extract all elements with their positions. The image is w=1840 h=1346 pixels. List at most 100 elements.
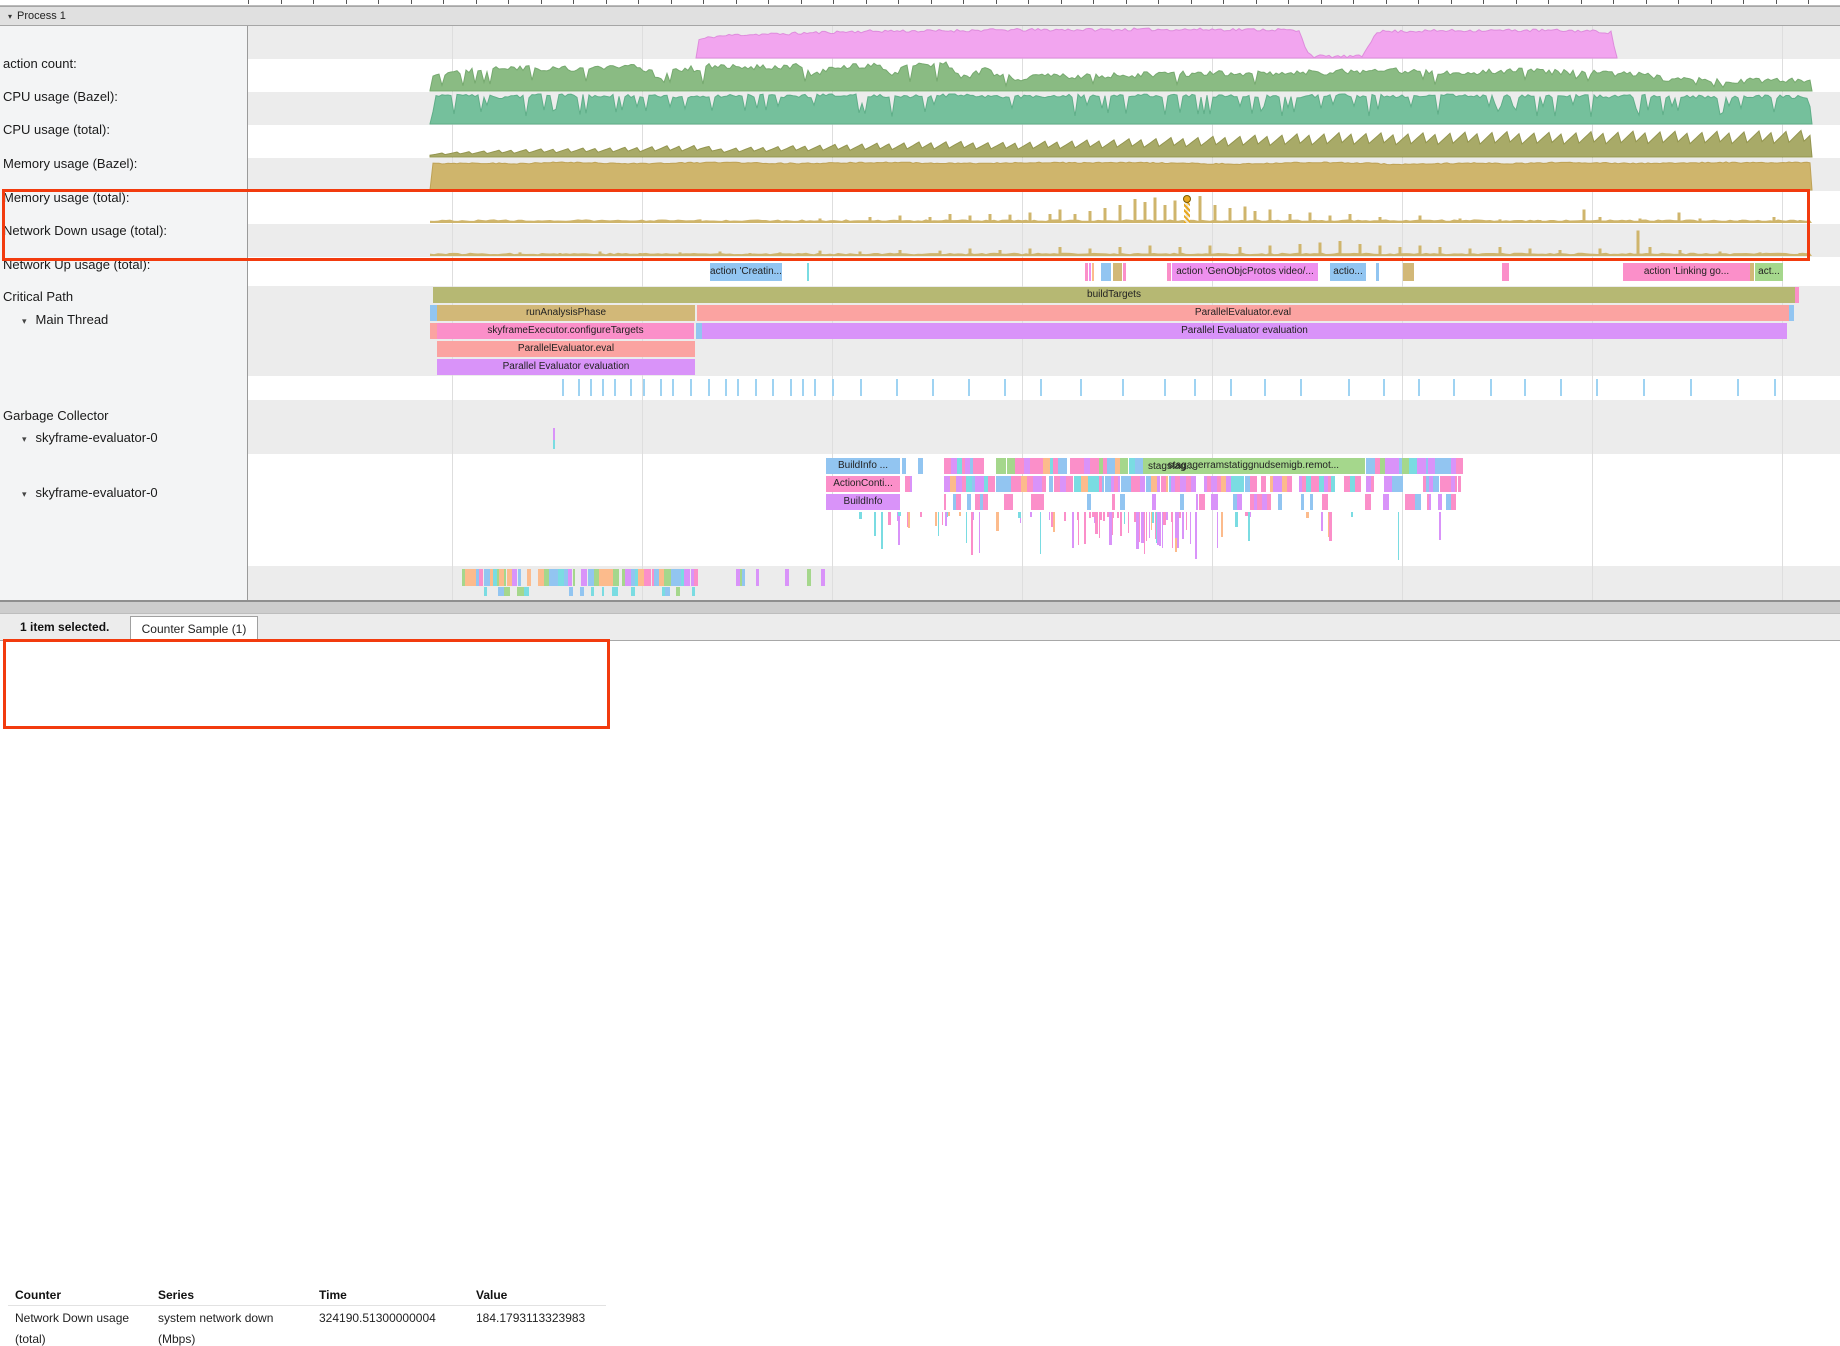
- gc-event-tick[interactable]: [1164, 379, 1166, 396]
- collapse-arrow-icon[interactable]: ▾: [22, 316, 27, 326]
- gc-event-tick[interactable]: [590, 379, 592, 396]
- burst-slice[interactable]: [944, 458, 951, 474]
- burst-slice[interactable]: [821, 569, 825, 586]
- burst-slice[interactable]: [1383, 494, 1389, 510]
- burst-slice[interactable]: [918, 458, 923, 474]
- burst-slice[interactable]: [1015, 458, 1024, 474]
- gc-event-tick[interactable]: [1418, 379, 1420, 396]
- burst-slice[interactable]: [1075, 458, 1083, 474]
- burst-slice[interactable]: [1131, 476, 1139, 492]
- gc-event-tick[interactable]: [1080, 379, 1082, 396]
- burst-slice[interactable]: [1429, 494, 1431, 510]
- gc-event-tick[interactable]: [578, 379, 580, 396]
- burst-slice[interactable]: [756, 569, 759, 586]
- burst-slice[interactable]: [956, 494, 961, 510]
- burst-slice[interactable]: [1042, 476, 1046, 492]
- slice-buildtargets[interactable]: buildTargets: [433, 287, 1795, 303]
- burst-slice[interactable]: [1435, 458, 1442, 474]
- slice-action-creatin-[interactable]: action 'Creatin...: [710, 263, 782, 281]
- burst-slice[interactable]: [625, 569, 632, 586]
- burst-slice[interactable]: [602, 587, 604, 596]
- sidebar-item-skyframe-evaluator-0[interactable]: ▾skyframe-evaluator-0: [22, 430, 158, 445]
- burst-slice[interactable]: [1322, 494, 1328, 510]
- gc-event-tick[interactable]: [1596, 379, 1598, 396]
- gc-event-tick[interactable]: [932, 379, 934, 396]
- gc-event-tick[interactable]: [814, 379, 816, 396]
- burst-slice[interactable]: [612, 587, 617, 596]
- burst-slice[interactable]: [1396, 476, 1403, 492]
- burst-slice[interactable]: [527, 569, 531, 586]
- burst-slice[interactable]: [1202, 494, 1205, 510]
- slice[interactable]: [553, 440, 555, 449]
- burst-slice[interactable]: [975, 476, 982, 492]
- slice[interactable]: [1502, 263, 1509, 281]
- slice[interactable]: [1089, 263, 1091, 281]
- burst-slice[interactable]: [1458, 476, 1461, 492]
- burst-slice[interactable]: [504, 587, 510, 596]
- burst-slice[interactable]: [1417, 458, 1424, 474]
- slice-runanalysisphase[interactable]: runAnalysisPhase: [437, 305, 695, 321]
- slice[interactable]: [1750, 263, 1754, 281]
- gc-event-tick[interactable]: [1264, 379, 1266, 396]
- counter-chart-memory-usage-total-[interactable]: [248, 158, 1840, 191]
- process-header[interactable]: ▾Process 1: [0, 6, 1840, 26]
- burst-slice[interactable]: [910, 476, 912, 492]
- slice[interactable]: [1085, 263, 1088, 281]
- slice-actio-[interactable]: actio...: [1330, 263, 1366, 281]
- gc-event-tick[interactable]: [860, 379, 862, 396]
- burst-slice[interactable]: [1278, 494, 1282, 510]
- slice[interactable]: [1789, 305, 1794, 321]
- burst-slice[interactable]: [1365, 494, 1371, 510]
- slice[interactable]: [1113, 263, 1122, 281]
- gc-event-tick[interactable]: [562, 379, 564, 396]
- burst-slice[interactable]: [573, 569, 575, 586]
- burst-slice[interactable]: [588, 569, 595, 586]
- burst-slice[interactable]: [1267, 494, 1271, 510]
- burst-slice[interactable]: [1301, 494, 1304, 510]
- slice-buildinfo[interactable]: BuildInfo: [826, 494, 900, 510]
- gc-event-tick[interactable]: [725, 379, 727, 396]
- slice-buildinfo-[interactable]: BuildInfo ...: [826, 458, 900, 474]
- gc-event-tick[interactable]: [1560, 379, 1562, 396]
- burst-slice[interactable]: [785, 569, 789, 586]
- slice[interactable]: [1795, 287, 1799, 303]
- collapse-arrow-icon[interactable]: ▾: [22, 489, 27, 499]
- burst-slice[interactable]: [1014, 476, 1021, 492]
- burst-slice[interactable]: [1402, 458, 1409, 474]
- gc-event-tick[interactable]: [790, 379, 792, 396]
- burst-slice[interactable]: [1007, 458, 1016, 474]
- burst-slice[interactable]: [1105, 476, 1112, 492]
- burst-slice[interactable]: [1003, 476, 1011, 492]
- slice-parallelevaluator-eval[interactable]: ParallelEvaluator.eval: [437, 341, 695, 357]
- burst-slice[interactable]: [1043, 458, 1051, 474]
- slice[interactable]: [430, 305, 437, 321]
- gc-event-tick[interactable]: [1643, 379, 1645, 396]
- burst-slice[interactable]: [1310, 494, 1313, 510]
- slice[interactable]: [430, 323, 437, 339]
- slice-parallel-evaluator-evaluation[interactable]: Parallel Evaluator evaluation: [437, 359, 695, 375]
- burst-slice[interactable]: [1444, 458, 1451, 474]
- burst-slice[interactable]: [1451, 494, 1456, 510]
- gc-event-tick[interactable]: [660, 379, 662, 396]
- gc-event-tick[interactable]: [1690, 379, 1692, 396]
- slice[interactable]: [1376, 263, 1379, 281]
- gc-event-tick[interactable]: [832, 379, 834, 396]
- burst-slice[interactable]: [676, 587, 679, 596]
- burst-slice[interactable]: [1331, 476, 1335, 492]
- burst-slice[interactable]: [996, 476, 1003, 492]
- burst-slice[interactable]: [1253, 476, 1257, 492]
- gc-event-tick[interactable]: [755, 379, 757, 396]
- gc-event-tick[interactable]: [1383, 379, 1385, 396]
- burst-slice[interactable]: [613, 569, 619, 586]
- burst-slice[interactable]: [1391, 458, 1398, 474]
- counter-chart-action-count[interactable]: [248, 26, 1840, 59]
- counter-chart-cpu-usage-total-[interactable]: [248, 92, 1840, 125]
- burst-slice[interactable]: [631, 587, 635, 596]
- gc-event-tick[interactable]: [1194, 379, 1196, 396]
- burst-slice[interactable]: [1120, 494, 1125, 510]
- burst-slice[interactable]: [484, 587, 487, 596]
- slice-actionconti-[interactable]: ActionConti...: [826, 476, 900, 492]
- burst-slice[interactable]: [1237, 494, 1242, 510]
- burst-slice[interactable]: [1032, 458, 1040, 474]
- burst-slice[interactable]: [1180, 494, 1184, 510]
